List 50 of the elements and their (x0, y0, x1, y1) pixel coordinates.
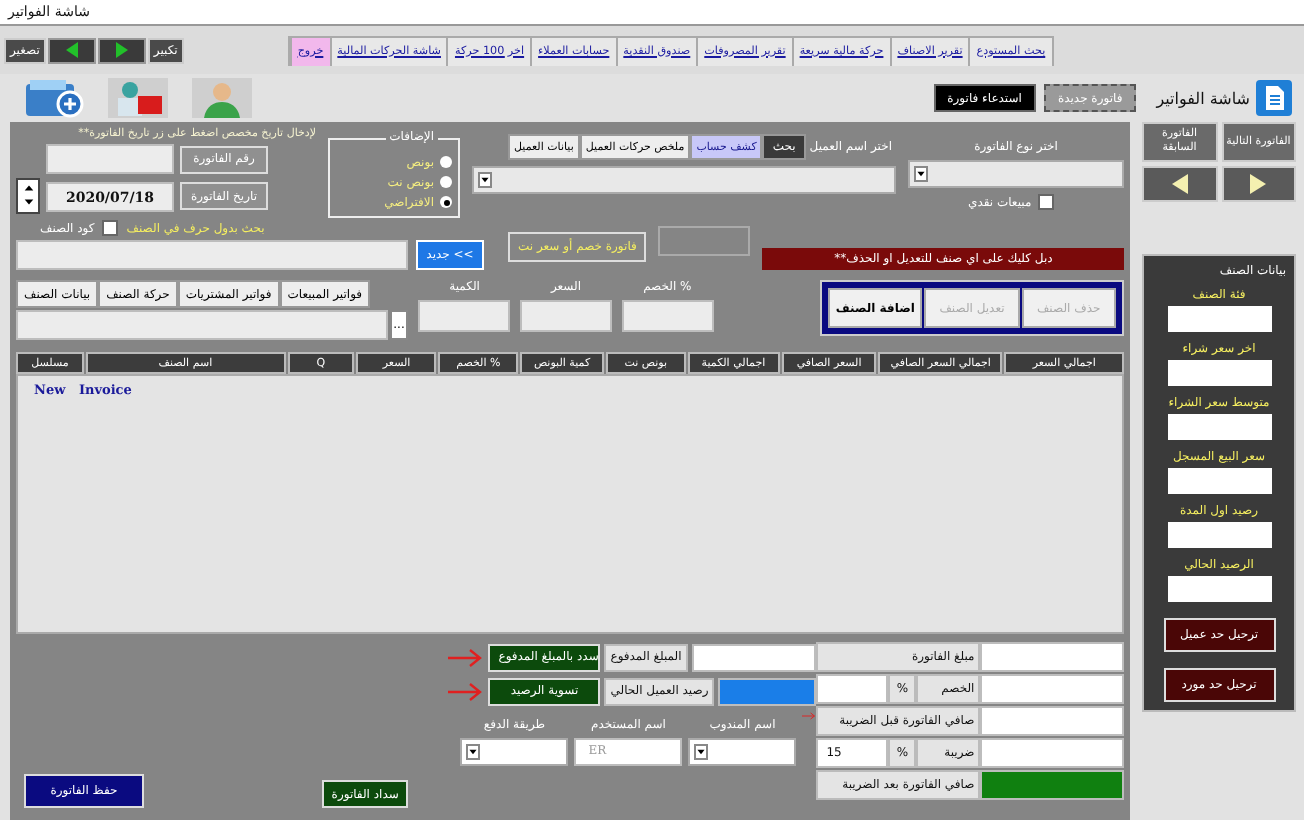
entry-field[interactable] (519, 300, 612, 332)
item-info-field (1167, 360, 1271, 386)
dropdown-arrow-icon (466, 744, 481, 760)
forward-button[interactable] (97, 37, 146, 63)
total-field (980, 674, 1124, 704)
letter-search-checkbox[interactable] (102, 220, 119, 236)
down-arrow-icon (21, 196, 35, 208)
back-button[interactable] (47, 37, 96, 63)
right-arrow-icon (115, 42, 128, 58)
document-icon (1256, 80, 1292, 116)
right-arrow-icon (1250, 174, 1267, 194)
note-field (658, 226, 751, 256)
item-info-field (1167, 522, 1271, 548)
item-info-field (1167, 306, 1271, 332)
radio-button[interactable] (440, 196, 452, 208)
paid-amount-field[interactable] (691, 643, 817, 671)
balance-field (718, 677, 817, 705)
total-field (980, 738, 1124, 768)
total-field (980, 770, 1124, 800)
item-info-field (1167, 414, 1271, 440)
invoice-add-icon[interactable] (24, 78, 84, 118)
sales-rep-dropdown[interactable] (688, 738, 797, 766)
dropdown-arrow-icon (914, 166, 928, 182)
user-icon[interactable] (192, 78, 252, 118)
entry-field[interactable] (418, 300, 511, 332)
screen-title: شاشة الفواتير (1156, 89, 1250, 107)
total-field (980, 642, 1124, 672)
item-code-field[interactable] (16, 240, 408, 270)
radio-button[interactable] (440, 156, 452, 168)
payment-method-dropdown[interactable] (460, 738, 569, 766)
previous-arrow-button[interactable] (1142, 166, 1217, 202)
customer-dropdown[interactable] (472, 166, 896, 194)
arrow-icon (448, 681, 485, 701)
up-arrow-icon (21, 182, 35, 194)
left-arrow-icon (1171, 174, 1188, 194)
item-info-field (1167, 468, 1271, 494)
next-arrow-button[interactable] (1221, 166, 1296, 202)
dropdown-arrow-icon (694, 744, 709, 760)
arrow-icon (448, 647, 485, 667)
item-info-field (1167, 576, 1271, 602)
invoice-number-field[interactable] (46, 144, 174, 174)
item-name-field[interactable] (16, 310, 388, 340)
total-field (980, 706, 1124, 736)
date-spinner[interactable] (16, 178, 40, 214)
left-arrow-icon (65, 42, 78, 58)
percent-field[interactable] (816, 674, 889, 704)
cash-sale-checkbox[interactable] (1037, 194, 1054, 210)
radio-button[interactable] (440, 176, 452, 188)
dropdown-arrow-icon (478, 172, 492, 188)
entry-field[interactable] (621, 300, 714, 332)
